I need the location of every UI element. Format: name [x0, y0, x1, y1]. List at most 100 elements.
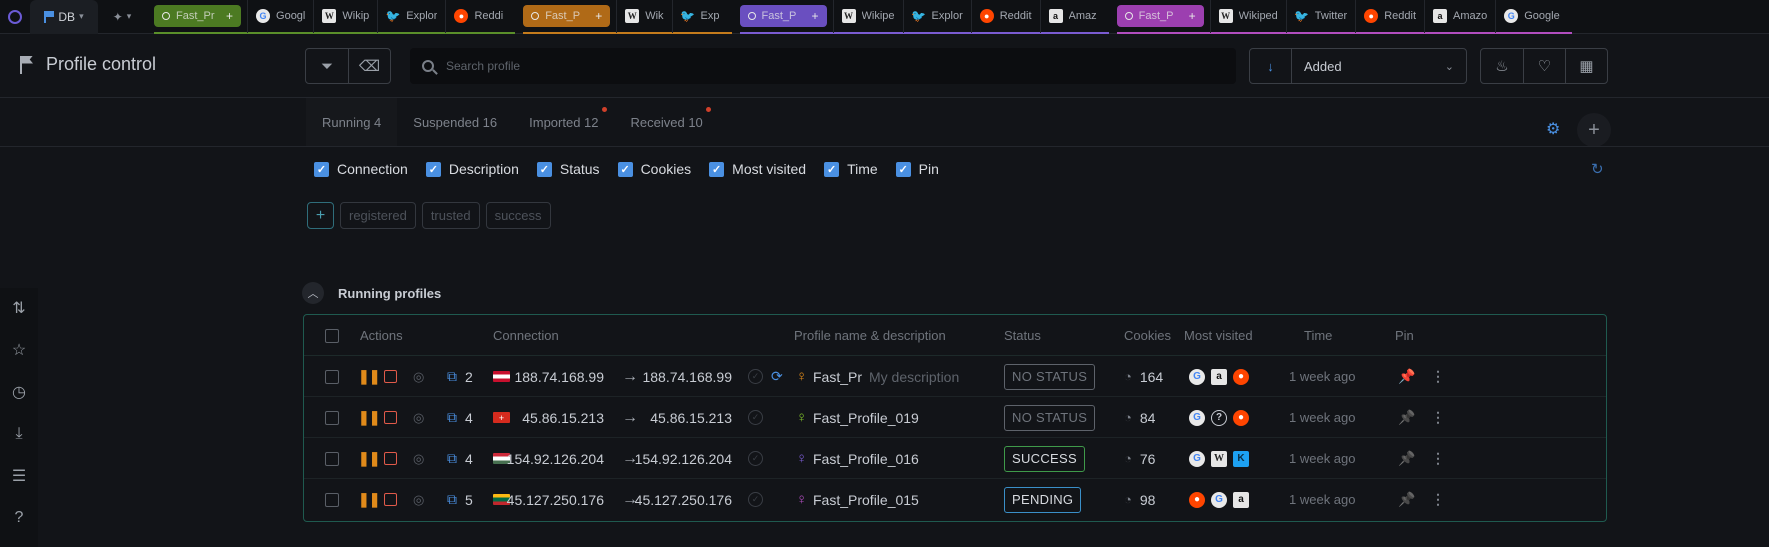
toggle-description[interactable]: ✓ Description	[425, 161, 519, 177]
tab-suspended[interactable]: Suspended 16	[397, 98, 513, 146]
more-options-icon[interactable]: ⋮	[1431, 450, 1445, 467]
profile-name[interactable]: Fast_Pr	[813, 356, 862, 397]
profile-name[interactable]: Fast_Profile_015	[813, 479, 919, 520]
site-tab[interactable]: ● Reddit	[1355, 0, 1424, 33]
site-tab[interactable]: G Googl	[247, 0, 313, 33]
status-badge[interactable]: NO STATUS	[1004, 363, 1096, 390]
download-icon[interactable]: ⤓	[9, 424, 29, 444]
search-input[interactable]	[446, 59, 1146, 73]
pause-icon[interactable]: ❚❚	[358, 409, 380, 426]
toggle-most-visited[interactable]: ✓ Most visited	[709, 161, 806, 177]
toggle-cookies[interactable]: ✓ Cookies	[617, 161, 691, 177]
reddit-icon[interactable]: ●	[1233, 409, 1249, 426]
pin-icon[interactable]: 📌	[1398, 409, 1415, 426]
site-tab[interactable]: a Amazo	[1424, 0, 1495, 33]
copies-count[interactable]: ⧉ 2	[447, 356, 473, 397]
plus-icon[interactable]: +	[1189, 9, 1196, 23]
toggle-pin[interactable]: ✓ Pin	[895, 161, 939, 177]
add-tag-button[interactable]: +	[307, 202, 334, 229]
site-tab[interactable]: G Google	[1495, 0, 1567, 33]
profile-tab[interactable]: Fast_P +	[739, 4, 827, 27]
history-icon[interactable]: ◷	[9, 382, 29, 402]
eye-off-icon[interactable]: ◎	[413, 492, 424, 508]
table-row[interactable]: ❚❚ ◎ ⧉ 2 188.74.168.99 → 188.74.168.99 ✓ ⟳ ♀ Fast_…	[304, 356, 1606, 397]
tab-running[interactable]: Running 4	[306, 98, 398, 146]
plus-icon[interactable]: +	[812, 9, 819, 23]
clear-filter-button[interactable]: ⌫	[348, 49, 390, 83]
unknown-icon[interactable]: ?	[1211, 409, 1227, 426]
table-row[interactable]: ❚❚ ◎ ⧉ 5 45.127.250.176 → 45.127.250.176 ✓ ♀ Fast…	[304, 479, 1606, 520]
google-icon[interactable]: G	[1189, 409, 1205, 426]
profile-tab[interactable]: Fast_P +	[523, 4, 611, 27]
favorites-button[interactable]: ♡	[1523, 49, 1565, 83]
tag-chip[interactable]: success	[485, 202, 551, 229]
list-icon[interactable]: ☰	[9, 466, 29, 486]
copies-count[interactable]: ⧉ 4	[447, 438, 473, 479]
more-options-icon[interactable]: ⋮	[1431, 491, 1445, 508]
pause-icon[interactable]: ❚❚	[358, 491, 380, 508]
status-badge[interactable]: PENDING	[1004, 486, 1082, 513]
amazon-icon[interactable]: a	[1233, 491, 1249, 508]
site-tab[interactable]: 🐦 Explor	[902, 0, 971, 33]
site-tab[interactable]: ● Reddi	[445, 0, 511, 33]
site-tab[interactable]: 🐦 Explor	[377, 0, 445, 33]
row-checkbox[interactable]	[325, 492, 339, 507]
profile-tab[interactable]: Fast_Pr +	[154, 4, 242, 27]
toggle-status[interactable]: ✓ Status	[536, 161, 600, 177]
copies-count[interactable]: ⧉ 4	[447, 397, 473, 438]
site-tab[interactable]: ● Reddit	[970, 0, 1040, 33]
sync-icon[interactable]: ⟳	[771, 368, 783, 385]
eye-off-icon[interactable]: ◎	[413, 410, 424, 426]
tag-chip[interactable]: registered	[340, 202, 416, 229]
stop-icon[interactable]	[384, 411, 397, 424]
site-tab[interactable]: W Wikip	[313, 0, 377, 33]
hot-button[interactable]: ♨	[1481, 49, 1523, 83]
stop-icon[interactable]	[384, 370, 397, 383]
reset-icon[interactable]: ↻	[1591, 160, 1604, 178]
stop-icon[interactable]	[384, 493, 397, 506]
pin-icon[interactable]: 📌	[1398, 450, 1415, 467]
reddit-icon[interactable]: ●	[1189, 491, 1205, 508]
more-options-icon[interactable]: ⋮	[1431, 368, 1445, 385]
toggle-time[interactable]: ✓ Time	[824, 161, 878, 177]
site-tab[interactable]: W Wik	[616, 0, 671, 33]
tools-menu[interactable]: ✦ ▾	[98, 0, 146, 34]
reddit-icon[interactable]: ●	[1233, 368, 1249, 385]
select-all-checkbox[interactable]	[325, 315, 339, 356]
google-icon[interactable]: G	[1189, 450, 1205, 467]
eye-off-icon[interactable]: ◎	[413, 451, 424, 467]
db-selector[interactable]: DB ▾	[30, 0, 98, 34]
filter-button[interactable]: ⏷	[306, 49, 348, 83]
copies-count[interactable]: ⧉ 5	[447, 479, 473, 520]
klarna-icon[interactable]: K	[1233, 450, 1249, 467]
profile-name[interactable]: Fast_Profile_019	[813, 397, 919, 438]
pin-icon[interactable]: 📌	[1398, 491, 1415, 508]
profile-tab[interactable]: Fast_P +	[1116, 4, 1204, 27]
app-logo-icon[interactable]	[0, 0, 30, 34]
eye-off-icon[interactable]: ◎	[413, 369, 424, 385]
profile-name[interactable]: Fast_Profile_016	[813, 438, 919, 479]
table-row[interactable]: ❚❚ ◎ ⧉ 4 +45.86.15.213 → 45.86.15.213 ✓ ♀ Fast_Pr…	[304, 397, 1606, 438]
tab-received[interactable]: Received 10	[615, 98, 719, 146]
google-icon[interactable]: G	[1211, 491, 1227, 508]
stop-icon[interactable]	[384, 452, 397, 465]
calendar-button[interactable]: ▦	[1565, 49, 1607, 83]
amazon-icon[interactable]: a	[1211, 368, 1227, 385]
row-checkbox[interactable]	[325, 369, 339, 384]
tab-imported[interactable]: Imported 12	[513, 98, 614, 146]
plus-icon[interactable]: +	[226, 9, 233, 23]
site-tab[interactable]: a Amaz	[1039, 0, 1105, 33]
google-icon[interactable]: G	[1189, 368, 1205, 385]
table-row[interactable]: ❚❚ ◎ ⧉ 4 154.92.126.204 → 154.92.126.204 ✓ ♀ Fast…	[304, 438, 1606, 479]
tag-chip[interactable]: trusted	[421, 202, 480, 229]
site-tab[interactable]: 🐦 Exp	[671, 0, 728, 33]
gear-icon[interactable]: ⚙	[1546, 119, 1560, 139]
pause-icon[interactable]: ❚❚	[358, 450, 380, 467]
sort-select[interactable]: Added ⌄	[1292, 49, 1466, 83]
pause-icon[interactable]: ❚❚	[358, 368, 380, 385]
wikipedia-icon[interactable]: W	[1211, 450, 1227, 467]
sort-direction-button[interactable]: ↓	[1250, 49, 1292, 83]
add-profile-button[interactable]: +	[1577, 113, 1611, 147]
collapse-button[interactable]: ︿	[302, 282, 324, 304]
site-tab[interactable]: W Wikiped	[1209, 0, 1286, 33]
